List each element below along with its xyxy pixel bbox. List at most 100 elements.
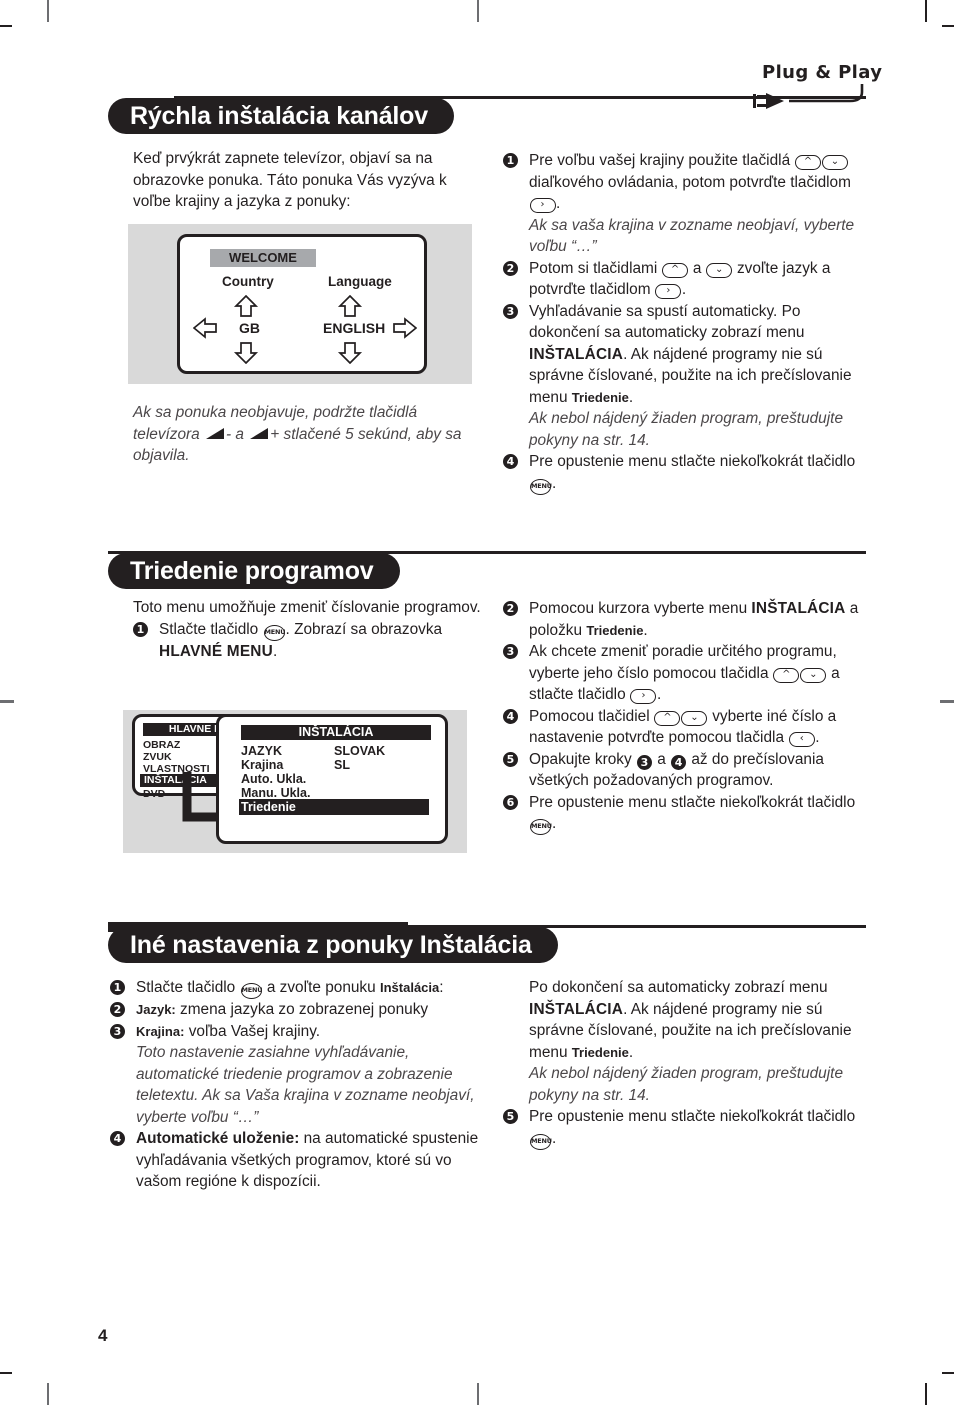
step-number: 3: [503, 303, 518, 319]
cursor-down-key-icon: ⌄: [800, 667, 827, 683]
crop-mark-right-middle: [940, 700, 954, 703]
menu-key-icon: MENU: [530, 478, 552, 495]
step-text-2: .: [552, 474, 557, 492]
submenu-item-label: JAZYK: [241, 744, 282, 758]
quick-install-note-mid: - a: [226, 425, 244, 443]
menu-key-icon: MENU: [240, 983, 263, 999]
step-number: 2: [503, 260, 518, 276]
crop-mark-top-right: [925, 0, 927, 22]
other-settings-result-text: Po dokončení sa automaticky zobrazí menu…: [503, 977, 875, 1106]
menu-name-hlavne-menu: HLAVNÉ MENU: [159, 642, 273, 660]
step-number: 5: [503, 1109, 518, 1124]
section-title-quick-install: Rýchla inštalácia kanálov: [108, 98, 454, 134]
other-settings-right-column: Po dokončení sa automaticky zobrazí menu…: [503, 977, 875, 1150]
submenu-item-triedenie-selected: Triedenie: [239, 799, 429, 815]
crop-mark-bottom-right: [925, 1383, 927, 1405]
section-title-sort-programs: Triedenie programov: [108, 553, 400, 589]
step-text-2: a: [657, 750, 666, 768]
step-number: 1: [110, 980, 125, 995]
menu-name-instalacia: Inštalácia: [379, 980, 440, 995]
step-item: 4 Automatické uloženie: na automatické s…: [110, 1128, 488, 1193]
step-text-2: . Zobrazí sa obrazovka: [285, 620, 443, 638]
menu-name-triedenie: Triedenie: [571, 1044, 629, 1060]
step-text: Pomocou tlačidiel: [529, 707, 650, 725]
step-note: Toto nastavenie zasiahne vyhľadávanie, a…: [136, 1044, 475, 1126]
crop-mark-right-bottom: [942, 1372, 954, 1374]
main-menu-item-obraz: OBRAZ: [143, 739, 181, 751]
country-down-arrow-icon: [233, 342, 259, 364]
step-item: 5 Pre opustenie menu stlačte niekoľkokrá…: [503, 1106, 875, 1150]
step-note: Ak nebol nájdený žiaden program, preštud…: [529, 410, 843, 449]
manual-page: Plug & Play Rýchla inštalácia kanálov Ke…: [0, 0, 954, 1405]
menu-name-triedenie: Triedenie: [571, 389, 629, 405]
submenu-item-value: SL: [334, 758, 350, 772]
right-arrow-icon: [393, 317, 417, 339]
step-text-2: a: [692, 259, 702, 277]
menu-name-instalacia: INŠTALÁCIA: [529, 345, 624, 363]
crop-mark-top-center: [477, 0, 479, 22]
step-item: 3 Krajina: voľba Vašej krajiny. Toto nas…: [110, 1021, 488, 1129]
step-number: 4: [503, 708, 518, 724]
cursor-right-key-icon: ›: [655, 284, 682, 299]
result-note: Ak nebol nájdený žiaden program, preštud…: [529, 1065, 843, 1104]
menu-name-instalacia: INŠTALÁCIA: [751, 600, 846, 617]
step-item: 2 Pomocou kurzora vyberte menu INŠTALÁCI…: [503, 598, 875, 641]
step-number: 3: [110, 1023, 125, 1039]
step-text: Pomocou kurzora vyberte menu: [529, 600, 748, 617]
setting-name-krajina: Krajina:: [136, 1023, 185, 1039]
result-text: Po dokončení sa automaticky zobrazí menu: [529, 979, 828, 996]
step-text: Vyhľadávanie sa spustí automaticky.: [529, 302, 778, 320]
result-text-3: .: [628, 1043, 634, 1061]
step-number: 4: [503, 454, 518, 469]
step-item: 1 Stlačte tlačidlo MENU a zvoľte ponuku …: [110, 977, 488, 999]
step-number: 6: [503, 794, 518, 810]
welcome-screen: WELCOME Country Language GB ENGLISH: [177, 234, 427, 374]
welcome-language-value: ENGLISH: [323, 320, 386, 336]
step-item: 6 Pre opustenie menu stlačte niekoľkokrá…: [503, 792, 875, 835]
main-menu-item-dvd: DVD: [143, 788, 166, 800]
step-text-2: a zvoľte ponuku: [266, 979, 376, 996]
cursor-up-key-icon: ^: [773, 667, 800, 683]
cursor-down-key-icon: ⌄: [706, 262, 733, 278]
sort-programs-intro: Toto menu umožňuje zmeniť číslovanie pro…: [133, 599, 481, 616]
main-menu-item-zvuk: ZVUK: [143, 751, 172, 763]
step-number: 2: [503, 601, 518, 616]
step-text-3: :: [439, 979, 444, 996]
step-text-3: .: [656, 686, 662, 703]
page-number: 4: [98, 1326, 108, 1345]
step-number: 4: [110, 1131, 125, 1146]
step-item: 2 Potom si tlačidlami ^ a ⌄ zvoľte jazyk…: [503, 258, 875, 301]
step-item: 4 Pomocou tlačidiel ^ ⌄ vyberte iné číslo…: [503, 706, 875, 749]
step-text: Pre opustenie menu stlačte niekoľkokrát …: [529, 453, 856, 470]
cursor-up-key-icon: ^: [654, 710, 681, 726]
crop-mark-bottom-left: [47, 1383, 49, 1405]
step-text: Stlačte tlačidlo: [159, 620, 259, 638]
step-text-2: diaľkového ovládania, potom potvrďte tla…: [529, 173, 851, 191]
step-number: 3: [503, 644, 518, 659]
menu-name-instalacia: INŠTALÁCIA: [529, 1000, 624, 1018]
welcome-figure: WELCOME Country Language GB ENGLISH: [128, 224, 472, 384]
crop-mark-left-top: [0, 25, 12, 27]
volume-up-icon: [250, 427, 269, 439]
language-up-arrow-icon: [337, 295, 363, 317]
sort-programs-right-column: 2 Pomocou kurzora vyberte menu INŠTALÁCI…: [503, 598, 875, 835]
step-text: voľba Vašej krajiny.: [188, 1022, 321, 1040]
plug-and-play-logo: Plug & Play: [744, 62, 882, 112]
submenu-item-label: Auto. Ukla.: [241, 772, 307, 786]
submenu-item-label: Manu. Ukla.: [241, 786, 311, 800]
crop-mark-top-left: [47, 0, 49, 22]
setting-name-automaticke-ulozenie: Automatické uloženie:: [136, 1130, 300, 1147]
cursor-right-key-icon: ›: [529, 198, 556, 213]
country-up-arrow-icon: [233, 295, 259, 317]
step-text-4: .: [681, 281, 687, 298]
welcome-country-label: Country: [222, 274, 274, 289]
step-number: 2: [110, 1002, 125, 1017]
welcome-language-label: Language: [328, 274, 392, 289]
submenu-title: INŠTALÁCIA: [241, 725, 431, 740]
step-text: Pre voľbu vašej krajiny použite tlačidlá: [529, 152, 791, 169]
quick-install-intro: Keď prvýkrát zapnete televízor, objaví s…: [133, 150, 447, 210]
plug-cord-icon: [753, 84, 864, 109]
step-number: 5: [503, 751, 518, 767]
step-text-3: .: [815, 729, 820, 746]
crop-mark-bottom-center: [477, 1383, 479, 1405]
